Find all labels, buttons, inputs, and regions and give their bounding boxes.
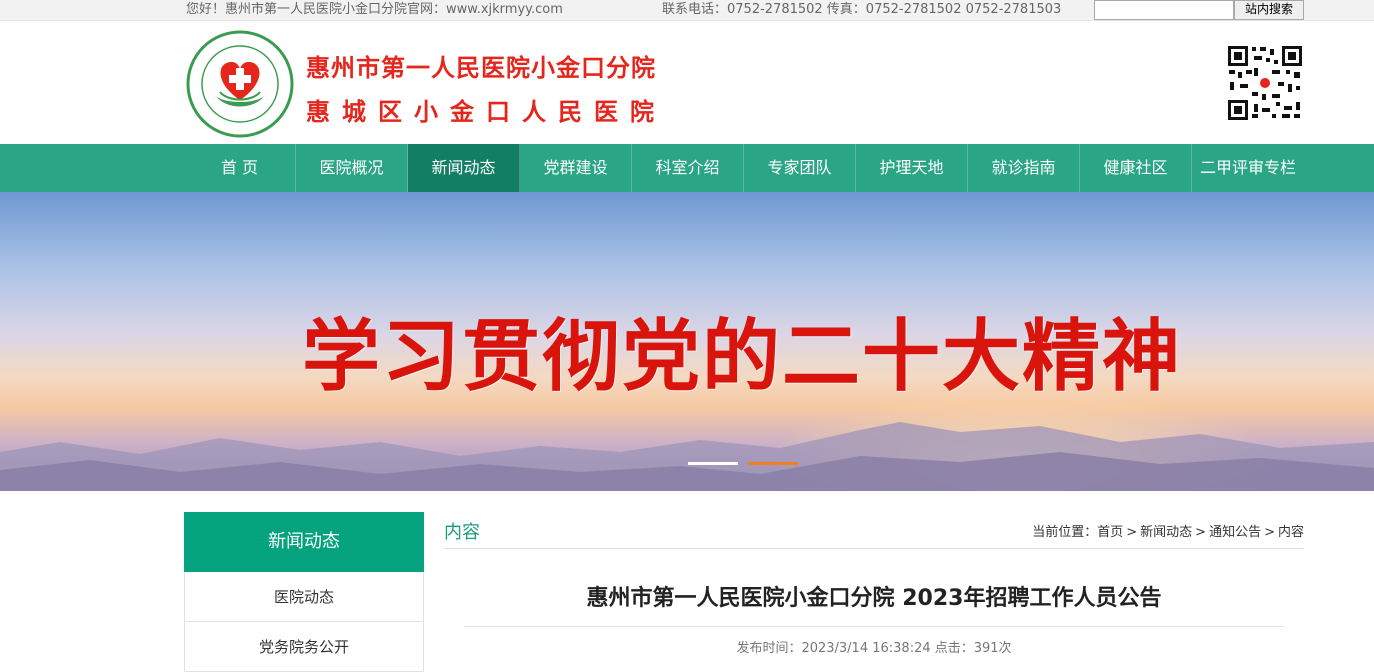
top-bar: 您好！惠州市第一人民医院小金口分院官网：www.xjkrmyy.com 联系电话… (0, 0, 1374, 21)
nav-item-departments[interactable]: 科室介绍 (632, 144, 744, 192)
nav-item-overview[interactable]: 医院概况 (296, 144, 408, 192)
qr-code-icon (1226, 44, 1304, 122)
breadcrumb-notices[interactable]: 通知公告 (1209, 525, 1261, 540)
sidebar-title: 新闻动态 (184, 512, 424, 572)
mountains-illustration (0, 422, 1374, 491)
nav-item-home[interactable]: 首 页 (184, 144, 296, 192)
article-meta: 发布时间：2023/3/14 16:38:24 点击：391次 (736, 641, 1012, 656)
site-search-input[interactable] (1094, 0, 1234, 20)
breadcrumb-home[interactable]: 首页 (1097, 525, 1123, 540)
breadcrumb-separator: > (1126, 525, 1138, 540)
breadcrumb-current: 内容 (1277, 525, 1304, 540)
nav-item-nursing[interactable]: 护理天地 (856, 144, 968, 192)
nav-item-review[interactable]: 二甲评审专栏 (1192, 144, 1304, 192)
nav-item-health[interactable]: 健康社区 (1080, 144, 1192, 192)
site-search-button[interactable]: 站内搜索 (1234, 0, 1304, 20)
section-label: 内容 (444, 522, 480, 543)
contact-info: 联系电话：0752-2781502 传真：0752-2781502 0752-2… (662, 2, 1062, 17)
title-divider (464, 626, 1284, 627)
article-title: 惠州市第一人民医院小金口分院 2023年招聘工作人员公告 (586, 586, 1162, 611)
slide-dot-1[interactable] (688, 462, 738, 465)
sidebar-item-hospital-news[interactable]: 医院动态 (184, 572, 424, 622)
breadcrumb-news[interactable]: 新闻动态 (1140, 525, 1192, 540)
slide-dot-2[interactable] (748, 462, 798, 465)
hospital-title-primary: 惠州市第一人民医院小金口分院 (306, 54, 656, 82)
banner-slogan: 学习贯彻党的二十大精神 (302, 311, 1183, 402)
nav-item-news[interactable]: 新闻动态 (408, 144, 520, 192)
slider-indicators (688, 462, 798, 465)
breadcrumb-separator: > (1195, 525, 1207, 540)
breadcrumb-separator: > (1264, 525, 1275, 540)
site-header: 惠州市第一人民医院小金口分院 惠城区小金口人民医院 (0, 22, 1374, 144)
nav-item-guide[interactable]: 就诊指南 (968, 144, 1080, 192)
nav-item-experts[interactable]: 专家团队 (744, 144, 856, 192)
hospital-logo[interactable] (186, 30, 294, 138)
breadcrumb: 当前位置：首页 > 新闻动态 > 通知公告 > 内容 (1032, 521, 1304, 540)
welcome-text: 您好！惠州市第一人民医院小金口分院官网：www.xjkrmyy.com (186, 2, 563, 17)
main-nav: 首 页 医院概况 新闻动态 党群建设 科室介绍 专家团队 护理天地 就诊指南 健… (0, 144, 1374, 192)
content-header: 内容 当前位置：首页 > 新闻动态 > 通知公告 > 内容 (444, 516, 1304, 549)
nav-item-party[interactable]: 党群建设 (520, 144, 632, 192)
sidebar-item-public-affairs[interactable]: 党务院务公开 (184, 622, 424, 672)
hero-banner[interactable]: 学习贯彻党的二十大精神 (0, 192, 1374, 491)
breadcrumb-prefix: 当前位置： (1032, 525, 1098, 540)
hospital-title-secondary: 惠城区小金口人民医院 (306, 98, 666, 126)
